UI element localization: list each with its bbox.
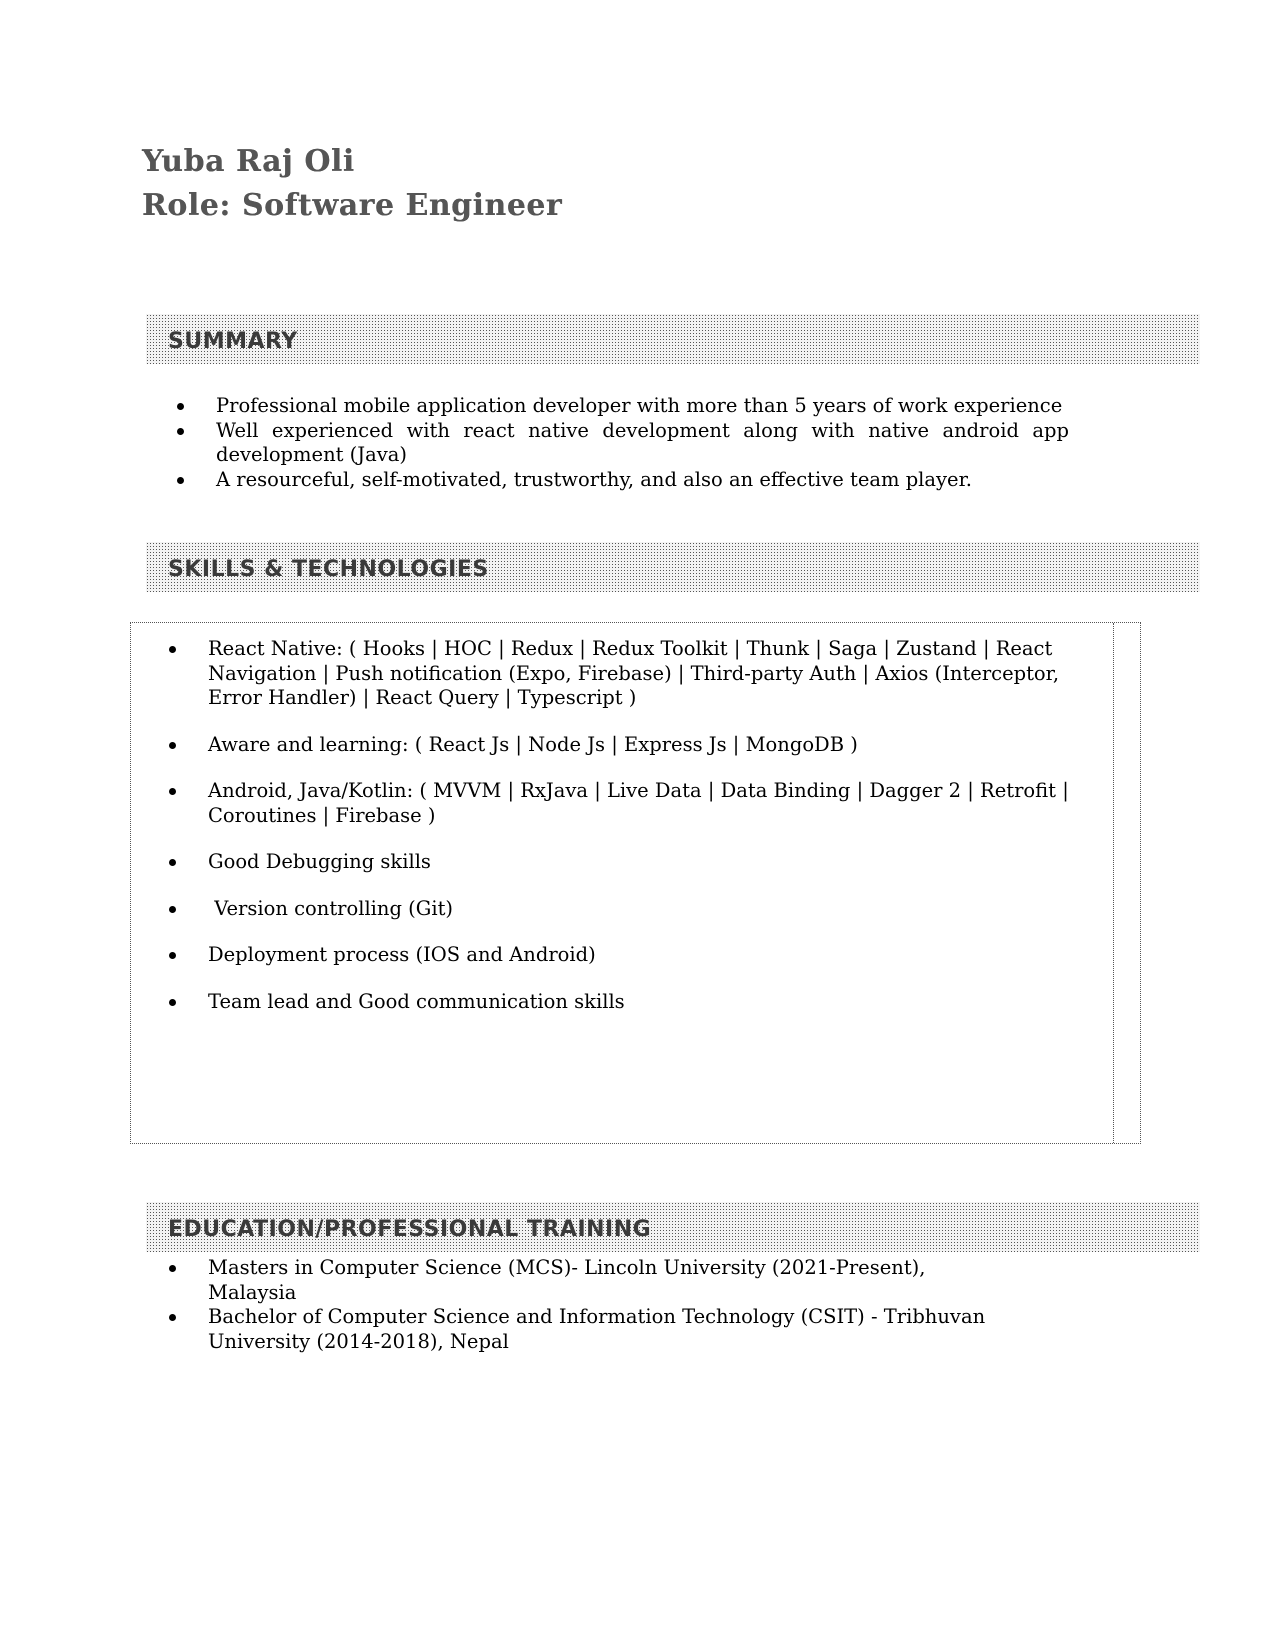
skills-heading: SKILLS & TECHNOLOGIES [168, 557, 489, 582]
candidate-role: Role: Software Engineer [142, 184, 562, 228]
bullet-icon [169, 859, 176, 866]
skill-item: Good Debugging skills [165, 850, 1085, 875]
education-heading: EDUCATION/PROFESSIONAL TRAINING [168, 1217, 652, 1242]
education-item: Masters in Computer Science (MCS)- Linco… [165, 1256, 1005, 1305]
summary-item: Well experienced with react native devel… [173, 419, 1069, 468]
bullet-icon [177, 427, 184, 435]
skills-list: React Native: ( Hooks | HOC | Redux | Re… [165, 637, 1085, 1036]
summary-list: Professional mobile application develope… [173, 394, 1069, 492]
bullet-icon [169, 741, 176, 749]
skill-item: Aware and learning: ( React Js | Node Js… [165, 733, 1085, 758]
skill-item: Deployment process (IOS and Android) [165, 943, 1085, 968]
skill-item: Team lead and Good communication skills [165, 990, 1085, 1015]
skill-item: Version controlling (Git) [165, 897, 1085, 922]
resume-header: Yuba Raj Oli Role: Software Engineer [142, 140, 562, 228]
bullet-icon [169, 998, 176, 1006]
bullet-icon [169, 646, 176, 653]
bullet-icon [169, 905, 176, 913]
summary-section-header: SUMMARY [146, 314, 1200, 364]
bullet-icon [169, 788, 176, 795]
bullet-icon [169, 952, 176, 959]
skill-item: React Native: ( Hooks | HOC | Redux | Re… [165, 637, 1085, 711]
education-item: Bachelor of Computer Science and Informa… [165, 1305, 1005, 1354]
bullet-icon [177, 476, 184, 484]
bullet-icon [169, 1314, 176, 1321]
summary-item: A resourceful, self-motivated, trustwort… [173, 468, 1069, 493]
skills-section-header: SKILLS & TECHNOLOGIES [146, 542, 1200, 592]
bullet-icon [169, 1265, 176, 1272]
candidate-name: Yuba Raj Oli [142, 140, 562, 184]
skills-box-divider [1113, 623, 1114, 1143]
skill-item: Android, Java/Kotlin: ( MVVM | RxJava | … [165, 779, 1085, 828]
summary-item: Professional mobile application develope… [173, 394, 1069, 419]
summary-heading: SUMMARY [168, 329, 298, 354]
education-list: Masters in Computer Science (MCS)- Linco… [165, 1256, 1005, 1354]
bullet-icon [177, 403, 184, 410]
education-section-header: EDUCATION/PROFESSIONAL TRAINING [146, 1202, 1200, 1252]
